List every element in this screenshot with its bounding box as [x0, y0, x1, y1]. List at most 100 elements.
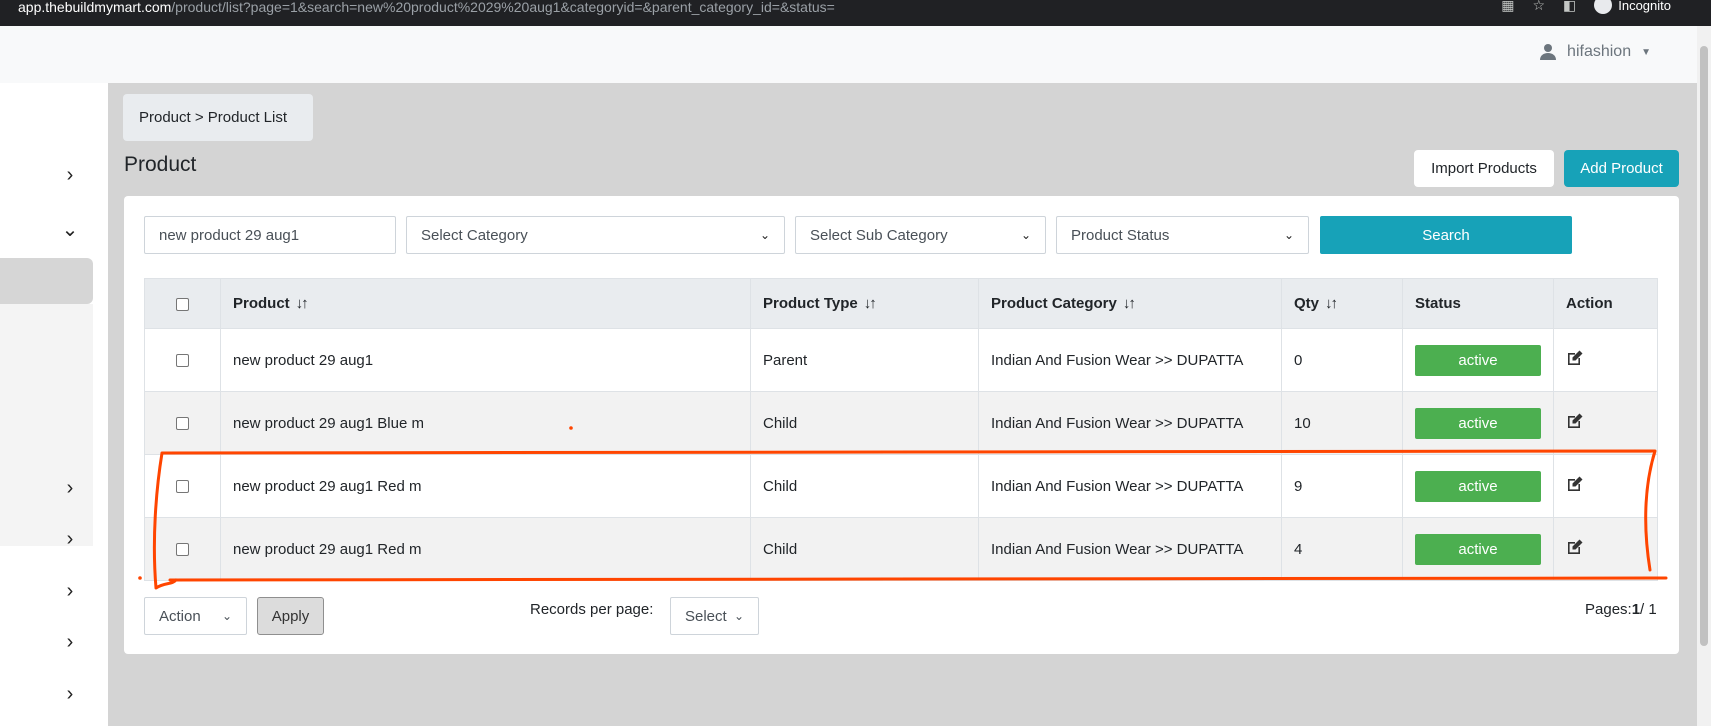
column-header-qty[interactable]: Qty ↓↑: [1281, 278, 1403, 329]
table-row: new product 29 aug1 Red m Child Indian A…: [144, 517, 1658, 581]
edit-icon[interactable]: [1566, 538, 1584, 556]
product-name: new product 29 aug1 Red m: [220, 454, 751, 518]
edit-icon[interactable]: [1566, 475, 1584, 493]
chevron-right-icon[interactable]: ›: [60, 478, 80, 498]
action-cell: [1553, 517, 1658, 581]
product-name: new product 29 aug1 Red m: [220, 517, 751, 581]
product-qty: 4: [1281, 517, 1403, 581]
action-cell: [1553, 391, 1658, 455]
incognito-badge[interactable]: Incognito: [1594, 0, 1671, 14]
column-header-status: Status: [1402, 278, 1554, 329]
status-badge[interactable]: active: [1415, 533, 1541, 565]
column-header-action: Action: [1553, 278, 1658, 329]
product-type: Child: [750, 454, 979, 518]
column-header-product-category[interactable]: Product Category ↓↑: [978, 278, 1282, 329]
product-category: Indian And Fusion Wear >> DUPATTA: [978, 517, 1282, 581]
category-select[interactable]: Select Category ⌄: [406, 216, 785, 254]
sort-icon[interactable]: ↓↑: [1123, 295, 1136, 312]
status-badge[interactable]: active: [1415, 344, 1541, 376]
import-products-button[interactable]: Import Products: [1414, 150, 1554, 187]
address-bar[interactable]: app.thebuildmymart.com/product/list?page…: [18, 0, 835, 14]
page-title: Product: [124, 153, 197, 176]
select-all-checkbox[interactable]: [176, 297, 189, 311]
apply-button[interactable]: Apply: [257, 597, 324, 635]
product-qty: 0: [1281, 328, 1403, 392]
column-label: Product: [233, 295, 290, 312]
status-cell: active: [1402, 517, 1554, 581]
product-name: new product 29 aug1: [220, 328, 751, 392]
row-checkbox[interactable]: [176, 417, 189, 431]
row-select-cell: [144, 391, 221, 455]
edit-icon[interactable]: [1566, 349, 1584, 367]
records-per-page-select[interactable]: Select ⌄: [670, 597, 759, 635]
product-category: Indian And Fusion Wear >> DUPATTA: [978, 391, 1282, 455]
search-button[interactable]: Search: [1320, 216, 1572, 254]
sort-icon[interactable]: ↓↑: [864, 295, 877, 312]
sub-category-select[interactable]: Select Sub Category ⌄: [795, 216, 1046, 254]
category-select-value: Select Category: [421, 226, 528, 244]
chevron-right-icon[interactable]: ›: [60, 632, 80, 652]
action-cell: [1553, 454, 1658, 518]
select-all-header: [144, 278, 221, 329]
column-label: Product Type: [763, 295, 858, 312]
scrollbar-thumb[interactable]: [1700, 46, 1708, 646]
caret-down-icon: ▼: [1641, 46, 1651, 58]
chevron-down-icon: ⌄: [759, 228, 770, 242]
product-qty: 9: [1281, 454, 1403, 518]
chevron-down-icon[interactable]: ⌄: [60, 220, 80, 240]
sidebar-submenu: [0, 304, 93, 546]
user-menu[interactable]: hifashion ▼: [1539, 43, 1651, 61]
chevron-right-icon[interactable]: ›: [60, 165, 80, 185]
sidebar-subitem-active[interactable]: [0, 258, 93, 304]
page-scrollbar[interactable]: [1697, 26, 1711, 726]
chevron-right-icon[interactable]: ›: [60, 581, 80, 601]
records-per-page-label: Records per page:: [530, 601, 654, 618]
product-name: new product 29 aug1 Blue m: [220, 391, 751, 455]
top-header: hifashion ▼: [0, 26, 1711, 83]
breadcrumb[interactable]: Product > Product List: [123, 94, 313, 141]
sidebar: › ⌄ › › › › ›: [0, 83, 108, 726]
sort-icon[interactable]: ↓↑: [296, 295, 309, 312]
column-label: Status: [1415, 295, 1461, 312]
row-checkbox[interactable]: [176, 480, 189, 494]
column-header-product-type[interactable]: Product Type ↓↑: [750, 278, 979, 329]
add-product-button[interactable]: Add Product: [1564, 150, 1679, 187]
bookmark-star-icon[interactable]: ☆: [1532, 0, 1545, 14]
status-cell: active: [1402, 454, 1554, 518]
row-select-cell: [144, 328, 221, 392]
table-row: new product 29 aug1 Blue m Child Indian …: [144, 391, 1658, 455]
pagination-info: Pages:1/ 1: [1585, 601, 1657, 618]
product-category: Indian And Fusion Wear >> DUPATTA: [978, 454, 1282, 518]
table-row: new product 29 aug1 Parent Indian And Fu…: [144, 328, 1658, 392]
product-status-select[interactable]: Product Status ⌄: [1056, 216, 1309, 254]
status-badge[interactable]: active: [1415, 470, 1541, 502]
chevron-right-icon[interactable]: ›: [60, 529, 80, 549]
bulk-action-select[interactable]: Action ⌄: [144, 597, 247, 635]
chevron-right-icon[interactable]: ›: [60, 684, 80, 704]
sub-category-select-value: Select Sub Category: [810, 226, 948, 244]
sidepanel-icon[interactable]: ◧: [1563, 0, 1576, 14]
pages-label: Pages:: [1585, 601, 1632, 618]
chevron-down-icon: ⌄: [1020, 228, 1031, 242]
current-page: 1: [1631, 601, 1641, 618]
table-row: new product 29 aug1 Red m Child Indian A…: [144, 454, 1658, 518]
sort-icon[interactable]: ↓↑: [1325, 295, 1338, 312]
edit-icon[interactable]: [1566, 412, 1584, 430]
column-label: Action: [1566, 295, 1613, 312]
status-cell: active: [1402, 391, 1554, 455]
row-select-cell: [144, 517, 221, 581]
url-host: app.thebuildmymart.com: [18, 0, 172, 15]
column-header-product[interactable]: Product ↓↑: [220, 278, 751, 329]
product-status-select-value: Product Status: [1071, 226, 1170, 244]
status-badge[interactable]: active: [1415, 407, 1541, 439]
product-qty: 10: [1281, 391, 1403, 455]
search-input[interactable]: new product 29 aug1: [144, 216, 396, 254]
table-header-row: Product ↓↑ Product Type ↓↑ Product Categor…: [144, 278, 1658, 329]
chevron-down-icon: ⌄: [1283, 228, 1294, 242]
row-checkbox[interactable]: [176, 543, 189, 557]
extensions-icon[interactable]: ▦: [1501, 0, 1514, 14]
row-checkbox[interactable]: [176, 354, 189, 368]
records-per-page-value: Select: [685, 607, 727, 625]
chevron-down-icon: ⌄: [221, 609, 232, 623]
product-type: Child: [750, 517, 979, 581]
